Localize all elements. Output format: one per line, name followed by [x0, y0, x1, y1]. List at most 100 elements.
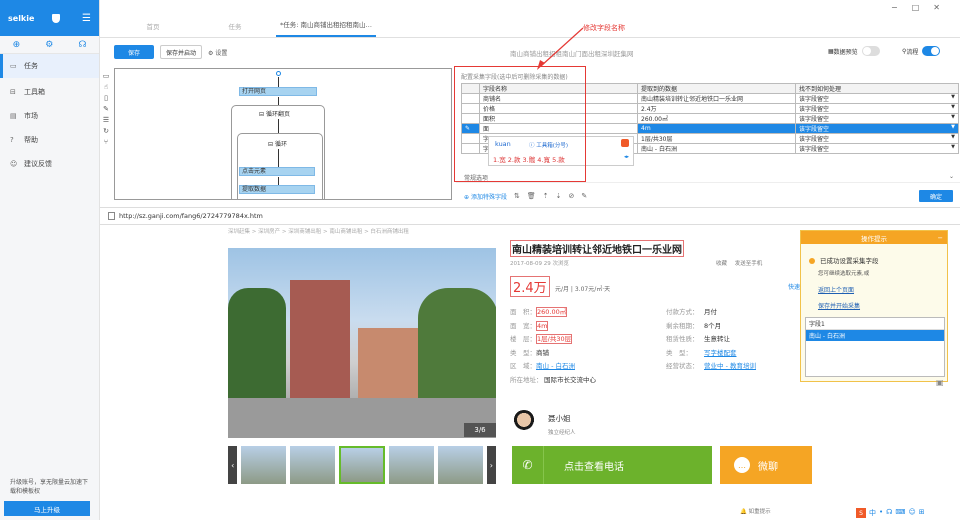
thumbnail[interactable] [241, 446, 287, 484]
chevron-down-icon[interactable]: ▼ [951, 115, 955, 121]
window-controls[interactable]: −□✕ [891, 3, 954, 12]
tips-button[interactable]: 🔔 如重提示 [740, 507, 771, 515]
missing-handler-select[interactable]: 该字段留空 ▼ [795, 93, 959, 104]
chevron-down-icon[interactable]: ▼ [951, 145, 955, 151]
detail-value[interactable]: 国际市长交流中心 [544, 376, 596, 384]
detail-value[interactable]: 8个月 [704, 322, 721, 330]
save-button[interactable]: 保存 [114, 45, 154, 59]
sogou-icon[interactable]: S [856, 508, 866, 518]
listing-main-photo[interactable] [228, 248, 496, 438]
preview-switch[interactable] [861, 46, 880, 56]
data-preview-toggle[interactable]: ▦ 数据预览 [828, 46, 880, 56]
list-icon[interactable]: ☰ [103, 116, 109, 124]
detail-value[interactable]: 南山 - 白石洲 [536, 362, 575, 370]
chevron-right-icon[interactable]: › [486, 446, 496, 484]
monitor-icon[interactable]: ▭ [103, 72, 110, 80]
sidebar-item-task[interactable]: ▭ 任务 [0, 54, 99, 78]
detail-value[interactable]: 生意转让 [704, 335, 730, 343]
edit-field-icon[interactable]: ✎ [581, 192, 587, 200]
minimize-icon[interactable]: − [938, 234, 943, 242]
detail-value[interactable]: 4m [536, 320, 549, 331]
sidebar-item-help[interactable]: ? 帮助 [0, 128, 99, 152]
missing-handler-select[interactable]: 该字段留空 ▼ [795, 133, 959, 144]
add-special-field-button[interactable]: ⊕ 添加特殊字段 [464, 192, 507, 201]
move-down-icon[interactable]: ⇣ [556, 192, 562, 200]
back-to-previous-link[interactable]: 返回上个页面 [818, 285, 854, 294]
chevron-down-icon[interactable]: ⌄ [949, 173, 954, 180]
ime-page-arrows-icon[interactable]: ◂▸ [624, 154, 629, 160]
url-bar[interactable]: http://sz.ganji.com/fang6/2724779784x.ht… [100, 207, 960, 225]
upgrade-button[interactable]: 马上升级 [4, 501, 90, 516]
detail-value[interactable]: 1层/共30层 [536, 334, 573, 344]
missing-handler-select[interactable]: 该字段留空 ▼ [795, 143, 959, 154]
flow-node-extract[interactable]: 提取数据 [239, 185, 315, 194]
missing-handler-select[interactable]: 该字段留空 ▼ [795, 113, 959, 124]
listing-title[interactable]: 南山精装培训转让邻近地铁口一乐业网 [510, 240, 684, 257]
flow-node-open-page[interactable]: 打开网页 [239, 87, 317, 96]
chevron-down-icon[interactable]: ▼ [951, 105, 955, 111]
chevron-left-icon[interactable]: ‹ [228, 446, 238, 484]
tab-tasks[interactable]: 任务 [194, 21, 276, 37]
quick-link[interactable]: 快速 [788, 282, 800, 291]
mic-icon[interactable]: ☊ [886, 508, 892, 518]
edit-icon[interactable]: ✎ [103, 105, 109, 113]
hamburger-menu-icon[interactable]: ☰ [82, 13, 91, 24]
view-phone-button[interactable]: ✆ 点击查看电话 [512, 446, 712, 484]
page-icon[interactable]: ▯ [104, 94, 108, 102]
branch-icon[interactable]: ⑂ [104, 138, 108, 146]
thumbnail[interactable] [437, 446, 483, 484]
hand-icon[interactable]: ☝ [104, 83, 108, 91]
detail-value[interactable]: 营业中 - 教育培训 [704, 362, 756, 370]
tab-current-task[interactable]: *任务: 南山商铺出租招租南山… [276, 19, 376, 37]
lang-icon[interactable]: 中 [869, 508, 876, 518]
collapse-icon[interactable]: ⊟ [259, 111, 266, 118]
url-text[interactable]: http://sz.ganji.com/fang6/2724779784x.ht… [119, 212, 263, 220]
collapse-icon[interactable]: ⊟ [268, 141, 275, 148]
listing-actions[interactable]: 收藏 发送至手机 [716, 259, 762, 267]
thumbnail-active[interactable] [339, 446, 385, 484]
chat-button[interactable]: … 微聊 [720, 446, 812, 484]
missing-handler-select[interactable]: 该字段留空 ▼ [795, 123, 959, 134]
custom-icon[interactable]: ⊘ [568, 192, 574, 200]
delete-icon[interactable]: 🗑 [527, 192, 536, 200]
gear-icon[interactable]: ⚙ [45, 40, 53, 50]
detail-value[interactable]: 月付 [704, 308, 717, 316]
save-start-button[interactable]: 保存并启动 [160, 45, 203, 59]
sidebar-item-toolbox[interactable]: ⊟ 工具箱 [0, 80, 99, 104]
chevron-down-icon[interactable]: ▼ [951, 125, 955, 131]
punctuation-icon[interactable]: • [879, 508, 883, 518]
sort-icon[interactable]: ⇅ [514, 192, 520, 200]
thumbnail[interactable] [290, 446, 336, 484]
detail-value[interactable]: 260.00㎡ [536, 307, 568, 317]
detail-value[interactable]: 写字楼配套 [704, 349, 737, 357]
flow-switch[interactable] [922, 46, 941, 56]
settings-button[interactable]: ⚙ 设置 [208, 48, 227, 57]
flow-toggle[interactable]: ⚲ 流程 [902, 46, 941, 56]
user-icon[interactable]: ☺ [908, 508, 915, 518]
add-icon[interactable]: ⊕ [13, 40, 21, 50]
keyboard-icon[interactable]: ⌨ [895, 508, 905, 518]
save-and-start-link[interactable]: 保存并开始采集 [818, 301, 860, 310]
row-options-bar[interactable]: 常规选项 ⌄ [456, 172, 960, 183]
refresh-icon[interactable]: ↻ [103, 127, 109, 135]
detail-value[interactable]: 商铺 [536, 349, 549, 357]
listing-price[interactable]: 2.4万 [510, 276, 550, 297]
chevron-down-icon[interactable]: ▼ [951, 135, 955, 141]
headset-icon[interactable]: ☊ [78, 40, 86, 50]
move-up-icon[interactable]: ⇡ [543, 192, 549, 200]
list-item[interactable]: 南山 - 白石洲 [806, 330, 944, 341]
chevron-down-icon[interactable]: ▼ [951, 95, 955, 101]
qr-icon[interactable]: ▣ [936, 378, 944, 387]
breadcrumb[interactable]: 深圳赶集 > 深圳房产 > 深圳商铺出租 > 南山商铺出租 > 白石洲商铺出租 [228, 227, 409, 235]
sidebar-item-market[interactable]: ▤ 市场 [0, 104, 99, 128]
sidebar-item-feedback[interactable]: ☺ 建议反馈 [0, 152, 99, 176]
missing-handler-select[interactable]: 该字段留空 ▼ [795, 103, 959, 114]
apps-icon[interactable]: ⊞ [919, 508, 925, 518]
workflow-canvas[interactable]: 打开网页 ⊟ 循环翻页 ⊟ 循环 点击元素 提取数据 [114, 68, 452, 200]
tab-home[interactable]: 首页 [112, 21, 194, 37]
confirm-button[interactable]: 确定 [919, 190, 953, 202]
extracted-list[interactable]: 字段1 南山 - 白石洲 [805, 317, 945, 377]
flow-node-click[interactable]: 点击元素 [239, 167, 315, 176]
thumbnail[interactable] [388, 446, 434, 484]
agent-name[interactable]: 聂小姐 [548, 413, 571, 424]
